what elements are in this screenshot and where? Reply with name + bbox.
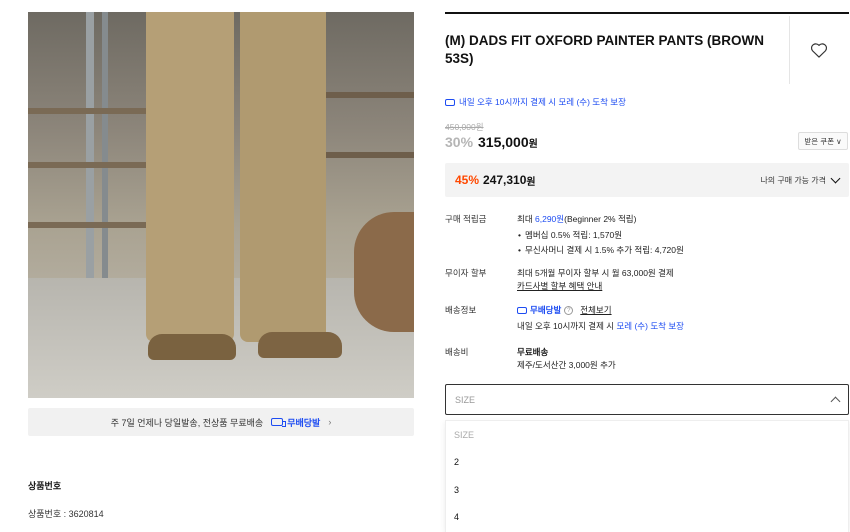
- free-shipping-label: 무배당발: [287, 417, 321, 428]
- truck-icon: [271, 418, 287, 427]
- product-title: (M) DADS FIT OXFORD PAINTER PANTS (BROWN…: [445, 33, 764, 66]
- shipping-fee-line-1: 무료배송: [517, 347, 549, 357]
- size-option[interactable]: SIZE: [446, 421, 848, 449]
- heart-icon[interactable]: [809, 40, 829, 60]
- chevron-up-icon: [830, 396, 841, 407]
- my-price-label: 나의 구매 가능 가격: [760, 175, 826, 185]
- size-option[interactable]: 3: [446, 476, 848, 504]
- discount-rate: 30%: [445, 134, 474, 150]
- chevron-down-icon: [830, 173, 841, 183]
- size-select-placeholder: SIZE: [455, 394, 476, 405]
- my-price-unit: 원: [526, 176, 536, 188]
- my-price-panel[interactable]: 45% 247,310 원 나의 구매 가능 가격: [445, 163, 849, 197]
- photo-detail: [148, 334, 236, 360]
- sale-price: 315,000원: [478, 134, 538, 150]
- shipping-info-line-1: 무배당발 ? 전체보기: [517, 304, 684, 317]
- shipping-info-line-2: 내일 오후 10시까지 결제 시 모레 (수) 도착 보장: [517, 320, 684, 333]
- divider: [445, 12, 849, 14]
- my-discount-rate: 45%: [455, 173, 480, 187]
- installment-info: 최대 5개월 무이자 할부 시 월 63,000원 결제 카드사별 할부 혜택 …: [517, 267, 674, 293]
- installment-label: 무이자 할부: [445, 268, 487, 278]
- installment-link[interactable]: 카드사별 할부 혜택 안내: [517, 280, 674, 293]
- original-price: 450,000원: [445, 122, 484, 132]
- size-option[interactable]: 4: [446, 504, 848, 532]
- view-all-link[interactable]: 전체보기: [580, 304, 611, 317]
- points-line-3: 무신사머니 결제 시 1.5% 추가 적립: 4,720원: [517, 244, 684, 257]
- photo-detail: [240, 12, 326, 342]
- shipping-promise-prefix: 내일 오후 10시까지 결제 시: [517, 321, 617, 331]
- points-suffix: (Beginner 2% 적립): [564, 214, 637, 224]
- points-line-1: 최대 6,290원(Beginner 2% 적립): [517, 213, 684, 226]
- size-options-list: SIZE 2 3 4: [445, 420, 849, 532]
- help-icon[interactable]: ?: [564, 306, 574, 315]
- delivery-promise-text: 내일 오후 10시까지 결제 시 모레 (수) 도착 보장: [459, 97, 626, 107]
- delivery-promise: 내일 오후 10시까지 결제 시 모레 (수) 도착 보장: [445, 96, 626, 108]
- truck-icon: [445, 98, 455, 106]
- shipping-info-label: 배송정보: [445, 305, 477, 315]
- size-select[interactable]: SIZE: [445, 384, 849, 415]
- received-coupon-button[interactable]: 받은 쿠폰 ∨: [798, 132, 848, 150]
- divider: [789, 16, 790, 84]
- sale-price-value: 315,000: [478, 134, 529, 150]
- shipping-fee-label: 배송비: [445, 347, 469, 357]
- chevron-down-icon: ∨: [836, 136, 842, 146]
- points-line-2: 멤버십 0.5% 적립: 1,570원: [517, 229, 684, 242]
- product-number-value: 상품번호 : 3620814: [28, 509, 104, 519]
- photo-detail: [146, 12, 234, 342]
- shipping-info: 무배당발 ? 전체보기 내일 오후 10시까지 결제 시 모레 (수) 도착 보…: [517, 304, 684, 333]
- shipping-promise-highlight: 모레 (수) 도착 보장: [616, 321, 684, 331]
- shipping-notice-bar[interactable]: 주 7일 언제나 당일발송, 전상품 무료배송 무배당발 ›: [28, 408, 414, 436]
- points-amount: 6,290원: [535, 214, 565, 224]
- shipping-notice-text: 주 7일 언제나 당일발송, 전상품 무료배송: [110, 417, 264, 428]
- shipping-fee-line-2: 제주/도서산간 3,000원 추가: [517, 360, 616, 370]
- product-image[interactable]: [28, 12, 414, 398]
- points-label: 구매 적립금: [445, 214, 487, 224]
- photo-detail: [258, 332, 342, 358]
- shipping-fee-info: 무료배송 제주/도서산간 3,000원 추가: [517, 346, 616, 372]
- product-number-heading: 상품번호: [28, 481, 62, 491]
- chevron-right-icon: ›: [328, 417, 332, 427]
- free-shipping-badge: 무배당발: [530, 305, 562, 315]
- sale-price-unit: 원: [528, 139, 538, 150]
- coupon-button-label: 받은 쿠폰: [804, 136, 835, 146]
- my-price-toggle[interactable]: 나의 구매 가능 가격: [760, 173, 841, 186]
- points-prefix: 최대: [517, 214, 536, 224]
- installment-line: 최대 5개월 무이자 할부 시 월 63,000원 결제: [517, 268, 674, 278]
- truck-icon: [517, 307, 527, 314]
- photo-detail: [354, 212, 414, 332]
- points-info: 최대 6,290원(Beginner 2% 적립) 멤버십 0.5% 적립: 1…: [517, 213, 684, 257]
- size-option[interactable]: 2: [446, 449, 848, 477]
- my-price-value: 247,310: [483, 173, 527, 187]
